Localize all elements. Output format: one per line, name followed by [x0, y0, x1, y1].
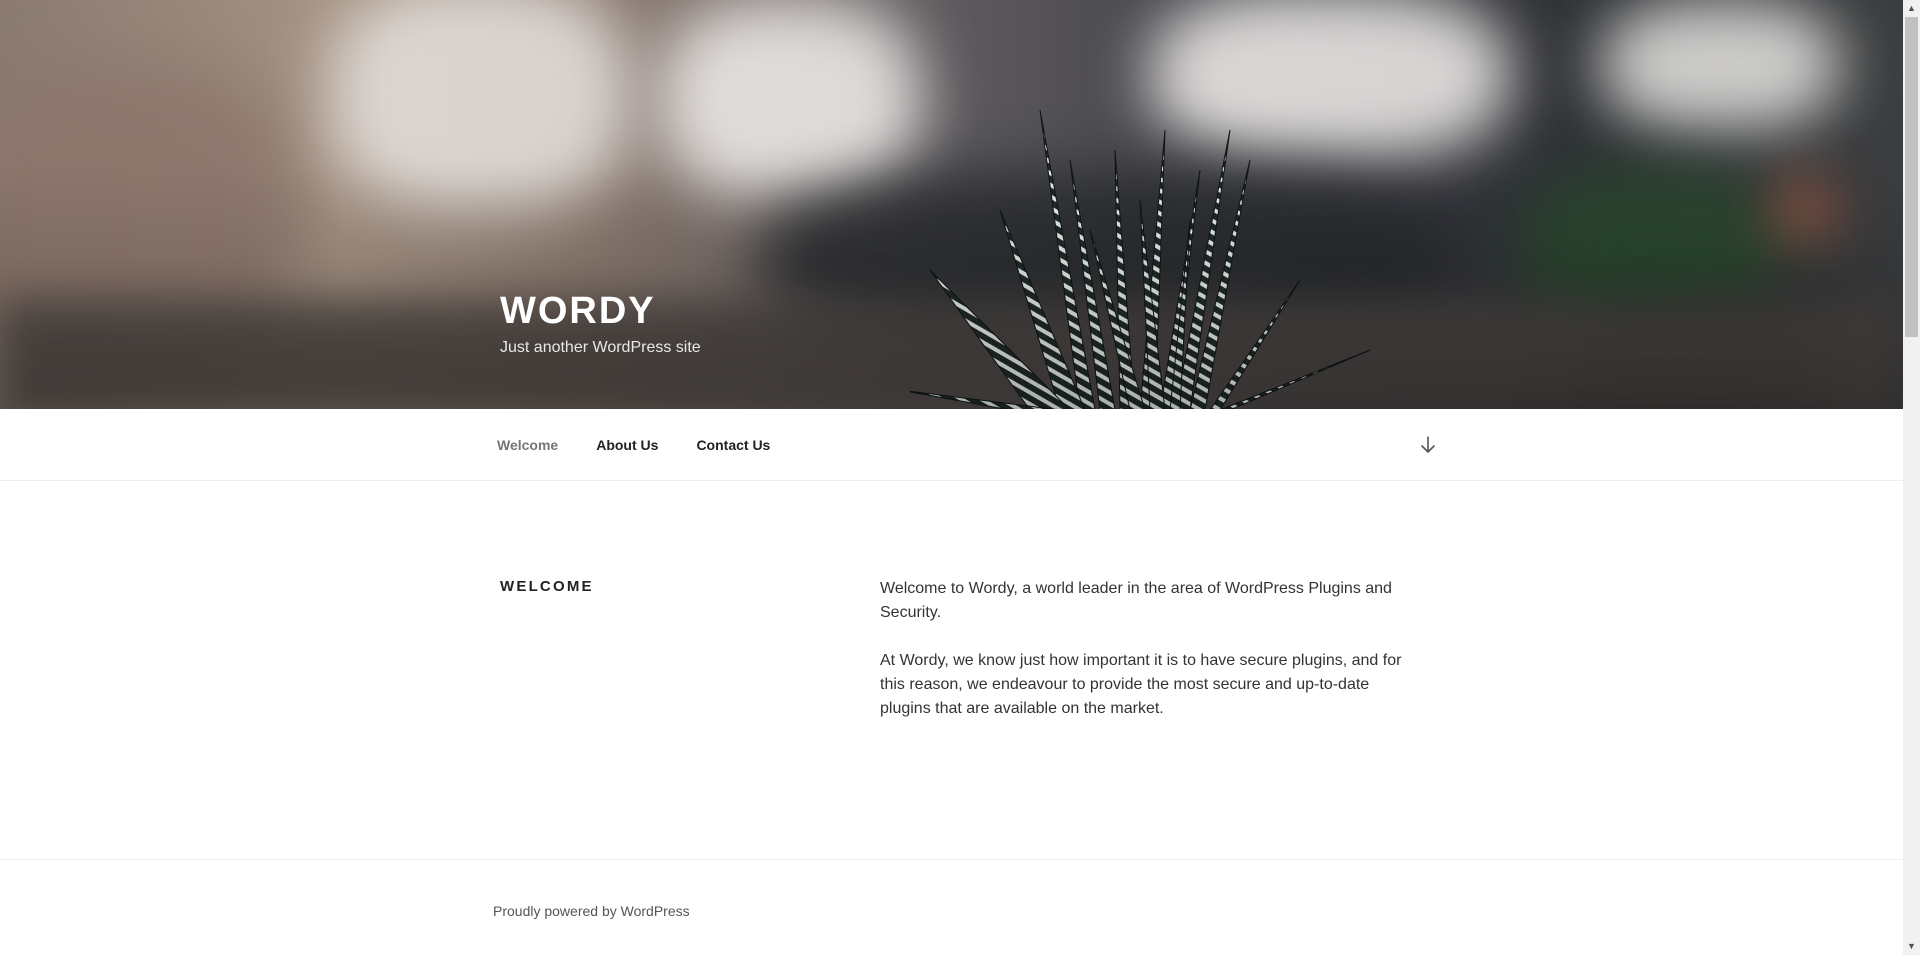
- page: WORDY Just another WordPress site Welcom…: [0, 0, 1920, 955]
- nav-item-welcome[interactable]: Welcome: [497, 437, 558, 453]
- vertical-scrollbar[interactable]: ▲ ▼: [1903, 0, 1920, 955]
- chevron-down-icon[interactable]: ▼: [1903, 938, 1920, 955]
- site-footer: Proudly powered by WordPress: [0, 859, 1903, 955]
- content-paragraph: At Wordy, we know just how important it …: [880, 652, 1402, 717]
- nav-item-about-us[interactable]: About Us: [596, 437, 658, 453]
- chevron-up-icon[interactable]: ▲: [1903, 0, 1920, 17]
- arrow-down-icon[interactable]: [1416, 433, 1440, 457]
- page-title: WELCOME: [500, 578, 594, 595]
- entry-content: Welcome to Wordy, a world leader in the …: [880, 577, 1410, 745]
- main-navigation: Welcome About Us Contact Us: [0, 409, 1903, 481]
- site-description: Just another WordPress site: [500, 339, 701, 356]
- content-paragraph: Welcome to Wordy, a world leader in the …: [880, 580, 1392, 621]
- powered-by-link[interactable]: Proudly powered by WordPress: [493, 903, 690, 919]
- site-branding: WORDY Just another WordPress site: [500, 290, 701, 357]
- scrollbar-thumb[interactable]: [1905, 17, 1918, 337]
- nav-item-contact-us[interactable]: Contact Us: [696, 437, 770, 453]
- custom-header: WORDY Just another WordPress site: [0, 0, 1903, 409]
- header-overlay: [0, 0, 1903, 409]
- site-title-link[interactable]: WORDY: [500, 290, 701, 333]
- nav-menu: Welcome About Us Contact Us: [497, 409, 808, 481]
